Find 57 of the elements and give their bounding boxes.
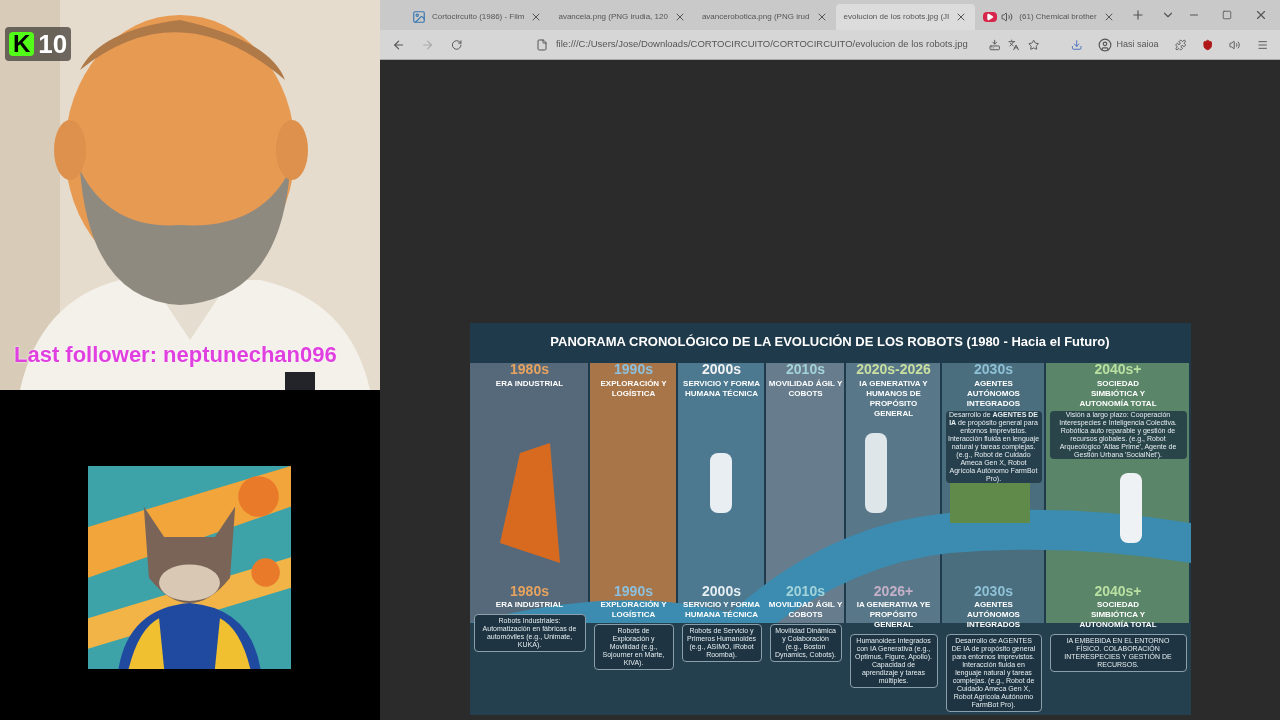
browser-tab[interactable]: evolucion de los robots.jpg (JI (835, 4, 976, 30)
video-icon (983, 12, 998, 22)
era-title: AGENTES AUTÓNOMOS INTEGRADOS (965, 600, 1022, 630)
browser-tab[interactable]: avanceia.png (PNG irudia, 120 (550, 4, 694, 30)
era-year: 2040s+ (1094, 361, 1142, 379)
era-year: 1980s (510, 361, 549, 379)
profile-icon (1098, 37, 1113, 52)
era-year: 2000s (702, 582, 741, 600)
era-title: IA GENERATIVA Y HUMANOS DE PROPÓSITO GENERAL (858, 378, 929, 419)
era-year: 1990s (614, 582, 653, 600)
shield-icon[interactable] (1201, 38, 1214, 51)
file-icon (535, 38, 548, 51)
era-title: EXPLORACIÓN Y LOGÍSTICA (599, 600, 668, 620)
new-tab-icon[interactable] (1130, 8, 1145, 22)
translate-icon[interactable] (1008, 38, 1020, 51)
era-title: SERVICIO Y FORMA HUMANA TÉCNICA (682, 378, 761, 399)
era-title: AGENTES AUTÓNOMOS INTEGRADOS (965, 378, 1022, 409)
era-year: 2000s (702, 361, 741, 379)
close-icon[interactable] (1254, 8, 1268, 22)
era-title: ERA INDUSTRIAL (494, 378, 565, 389)
era-year: 2010s (786, 361, 825, 379)
bookmark-icon[interactable] (1027, 38, 1040, 51)
back-icon[interactable] (392, 37, 406, 52)
era-year: 2030s (974, 582, 1013, 600)
era-year: 2026+ (873, 582, 914, 600)
era-title: SOCIEDAD SIMBIÓTICA Y AUTONOMÍA TOTAL (1078, 378, 1158, 409)
era-title: EXPLORACIÓN Y LOGÍSTICA (599, 378, 668, 399)
era-year: 2030s (974, 361, 1013, 379)
save-page-icon[interactable] (989, 38, 1001, 51)
browser-tab[interactable]: (61) Chemical brother (975, 4, 1123, 30)
speaker-icon[interactable] (1229, 38, 1241, 51)
era-title: ERA INDUSTRIAL (494, 600, 565, 610)
speaker-icon (1001, 11, 1014, 23)
kick-logo: K (9, 32, 35, 56)
address-bar[interactable]: file:///C:/Users/Jose/Downloads/CORTOCIRCUITO/CORTOCIRCUITO/evolucion de los robots.jpg (535, 37, 982, 52)
maximize-icon[interactable] (1222, 10, 1232, 20)
download-icon[interactable] (1071, 38, 1083, 51)
era-year: 2020s-2026 (856, 361, 931, 379)
era-title: IA GENERATIVA YE PROPÓSITO GENERAL (855, 600, 932, 630)
image-icon (412, 10, 426, 24)
era-title: MOVILIDAD ÁGIL Y COBOTS (767, 600, 844, 620)
menu-icon[interactable] (1256, 38, 1268, 51)
era-title: MOVILIDAD ÁGIL Y COBOTS (767, 378, 844, 399)
infographic-title: PANORAMA CRONOLÓGICO DE LA EVOLUCIÓN DE LOS ROBOTS (1980 - Hacia el Futuro) (550, 333, 1110, 352)
era-year: 2010s (786, 582, 825, 600)
era-title: SOCIEDAD SIMBIÓTICA Y AUTONOMÍA TOTAL (1078, 600, 1158, 630)
era-year: 1990s (614, 361, 653, 379)
browser-tab[interactable]: avancerobotica.png (PNG irud (693, 4, 836, 30)
last-follower-text: Last follower: neptunechan096 (14, 344, 337, 366)
extensions-icon[interactable] (1174, 38, 1186, 51)
viewer-count: 10 (38, 31, 68, 57)
reload-icon[interactable] (450, 38, 462, 51)
era-title: SERVICIO Y FORMA HUMANA TÉCNICA (682, 600, 761, 620)
era-year: 2040s+ (1094, 582, 1142, 600)
browser-tab[interactable]: Cortocircuito (1986) - Film (404, 4, 551, 30)
era-year: 1980s (510, 582, 549, 600)
sign-in-button[interactable]: Hasi saioa (1098, 37, 1159, 52)
